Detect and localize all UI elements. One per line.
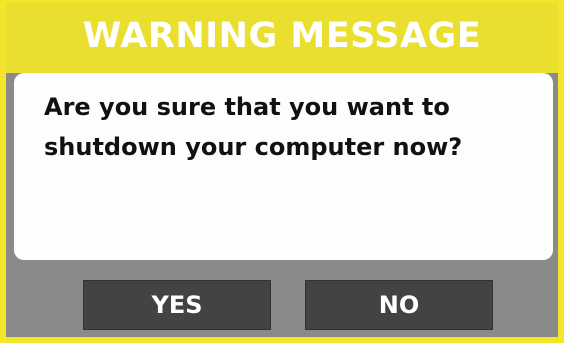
warning-dialog: WARNING MESSAGE Are you sure that you wa… xyxy=(0,0,564,343)
no-button[interactable]: NO xyxy=(305,280,493,330)
dialog-button-bar: YES NO xyxy=(6,269,558,337)
yes-button[interactable]: YES xyxy=(83,280,271,330)
warning-message-text: Are you sure that you want to shutdown y… xyxy=(44,93,463,161)
dialog-title: WARNING MESSAGE xyxy=(82,15,482,56)
message-panel: Are you sure that you want to shutdown y… xyxy=(14,73,553,260)
dialog-title-bar: WARNING MESSAGE xyxy=(6,3,558,73)
